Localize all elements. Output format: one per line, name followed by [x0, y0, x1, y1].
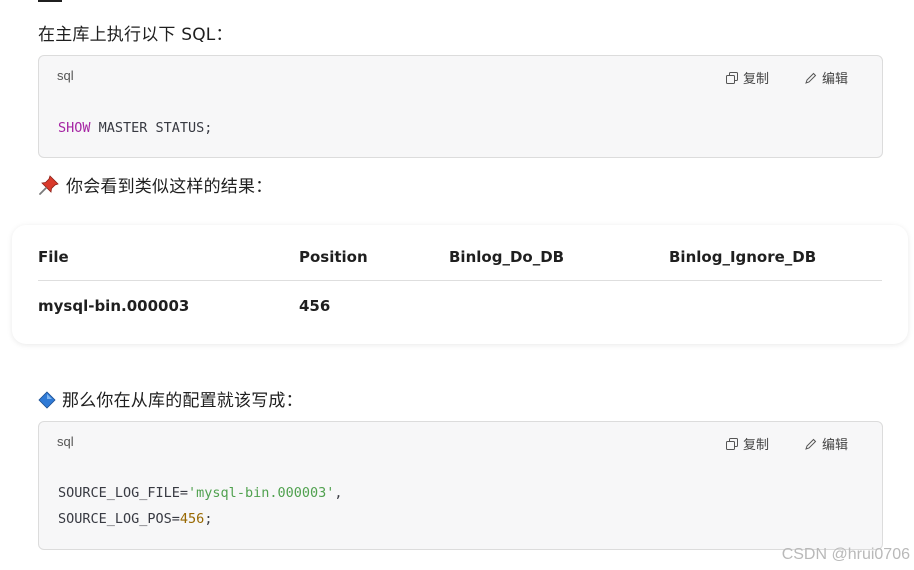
sql-key: SOURCE_LOG_POS= [58, 511, 180, 527]
pencil-icon [805, 72, 817, 84]
table-header-position: Position [299, 248, 368, 266]
edit-label: 编辑 [821, 438, 848, 453]
code-block-show-master: sql 复制 编辑 SHOW MASTER STATUS; [38, 55, 883, 158]
sql-keyword: SHOW [58, 120, 91, 136]
copy-icon [725, 437, 738, 450]
sql-text: MASTER STATUS; [90, 120, 213, 136]
table-divider [38, 280, 882, 281]
previous-heading-fragment [38, 0, 598, 6]
code-block-slave-config: sql 复制 编辑 SOURCE_LOG_FILE='mysql-bin.000… [38, 421, 883, 550]
edit-button[interactable]: 编辑 [805, 68, 848, 87]
pushpin-icon [39, 175, 59, 195]
table-cell-position: 456 [299, 297, 331, 315]
code-content: SOURCE_LOG_FILE='mysql-bin.000003', SOUR… [58, 480, 343, 532]
code-language-label: sql [57, 434, 74, 449]
table-header-binlog-do-db: Binlog_Do_DB [449, 248, 565, 266]
slave-text-line: 那么你在从库的配置就该写成： [38, 386, 303, 411]
sql-punct: , [334, 485, 343, 501]
copy-label: 复制 [742, 72, 769, 87]
edit-label: 编辑 [821, 72, 848, 87]
table-cell-file: mysql-bin.000003 [38, 297, 190, 315]
copy-button[interactable]: 复制 [725, 68, 769, 87]
copy-icon [725, 71, 738, 84]
edit-button[interactable]: 编辑 [805, 434, 848, 453]
watermark: CSDN @hrui0706 [781, 546, 910, 563]
sql-punct: ; [204, 511, 213, 527]
table-header-binlog-ignore-db: Binlog_Ignore_DB [669, 248, 817, 266]
result-text: 你会看到类似这样的结果： [66, 177, 273, 197]
code-language-label: sql [57, 68, 74, 83]
result-table: File Position Binlog_Do_DB Binlog_Ignore… [12, 225, 908, 344]
intro-text: 在主库上执行以下 SQL： [38, 25, 233, 45]
slave-text: 那么你在从库的配置就该写成： [62, 391, 303, 411]
copy-button[interactable]: 复制 [725, 434, 769, 453]
result-text-line: 你会看到类似这样的结果： [38, 172, 272, 197]
sql-key: SOURCE_LOG_FILE= [58, 485, 189, 501]
sql-string: 'mysql-bin.000003' [188, 485, 335, 501]
code-content: SHOW MASTER STATUS; [58, 115, 212, 141]
blue-diamond-icon [38, 391, 56, 409]
table-header-file: File [38, 248, 69, 266]
pencil-icon [805, 438, 817, 450]
sql-number: 456 [179, 511, 205, 527]
copy-label: 复制 [742, 438, 769, 453]
